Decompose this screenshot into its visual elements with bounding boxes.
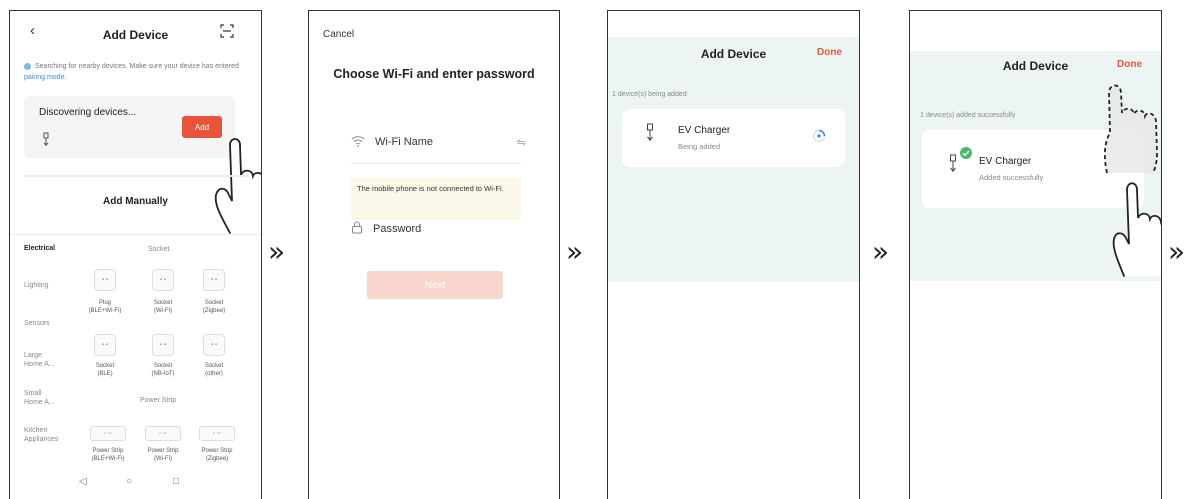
device-status: Being added	[678, 142, 721, 151]
android-nav-bar: ◁ ○ □	[10, 474, 261, 494]
socket-icon[interactable]: ▪ ▪	[152, 334, 174, 356]
power-strip-icon[interactable]: ▫ ▫▫	[145, 426, 181, 441]
category-lighting[interactable]: Lighting	[24, 281, 49, 290]
power-strip-icon[interactable]: ▫ ▫▫	[90, 426, 126, 441]
header: ‹ Add Device	[10, 11, 261, 49]
device-name: EV Charger	[678, 125, 731, 136]
socket-icon[interactable]: ▪ ▪	[152, 269, 174, 291]
device-label[interactable]: Socket (other)	[189, 363, 239, 379]
nav-back-icon[interactable]: ◁	[79, 476, 87, 487]
next-button[interactable]: Next	[367, 271, 503, 299]
socket-icon[interactable]: ▪ ▪	[203, 269, 225, 291]
category-kitchen[interactable]: Kitchen Appliances	[24, 426, 66, 444]
add-manually-title: Add Manually	[102, 196, 168, 207]
power-strip-icon[interactable]: ▫ ▫▫	[199, 426, 235, 441]
cancel-button[interactable]: Cancel	[323, 29, 354, 40]
socket-icon[interactable]: ▪ ▪	[94, 269, 116, 291]
device-label[interactable]: Power Strip (Wi-Fi)	[138, 448, 188, 464]
phone-screen-add-device: ‹ Add Device Searching for nearby device…	[9, 10, 262, 499]
divider	[24, 175, 249, 177]
pairing-mode-link[interactable]: pairing mode	[24, 74, 64, 81]
section-socket: Socket	[148, 246, 170, 253]
discovering-label: Discovering devices...	[39, 107, 137, 118]
device-label[interactable]: Plug (BLE+Wi-Fi)	[80, 300, 130, 316]
wifi-name-value: Wi-Fi Name	[375, 136, 434, 148]
category-large-home[interactable]: Large Home A...	[24, 351, 58, 369]
socket-icon[interactable]: ▪ ▪	[94, 334, 116, 356]
loading-spinner-icon	[812, 129, 826, 148]
phone-screen-wifi: Cancel Choose Wi-Fi and enter password W…	[308, 10, 560, 499]
lock-icon	[351, 221, 363, 237]
scan-suffix: .	[64, 74, 67, 82]
divider	[10, 234, 261, 235]
scan-notice: Searching for nearby devices. Make sure …	[24, 61, 249, 83]
wifi-icon	[351, 135, 365, 150]
socket-icon[interactable]: ▪ ▪	[203, 334, 225, 356]
scan-text: Searching for nearby devices. Make sure …	[35, 63, 239, 70]
device-label[interactable]: Socket (Zigbee)	[189, 300, 239, 316]
next-step-arrow-icon: »	[566, 235, 584, 268]
scan-icon[interactable]	[220, 24, 234, 43]
device-name: EV Charger	[979, 156, 1032, 167]
nav-home-icon[interactable]: ○	[126, 476, 132, 487]
status-text: 1 device(s) being added	[612, 91, 687, 98]
device-card: EV Charger Being added	[622, 109, 845, 167]
nav-recent-icon[interactable]: □	[173, 476, 179, 487]
wifi-heading: Choose Wi-Fi and enter password	[333, 67, 535, 81]
next-step-arrow-icon: »	[1168, 235, 1186, 268]
device-label[interactable]: Socket (NB-IoT)	[138, 363, 188, 379]
device-label[interactable]: Power Strip (BLE+Wi-Fi)	[83, 448, 133, 464]
ev-charger-icon	[644, 123, 656, 150]
tap-hand-icon	[214, 138, 261, 234]
password-field[interactable]: Password	[351, 216, 526, 242]
switch-network-icon[interactable]: ⇋	[517, 136, 526, 149]
done-button[interactable]: Done	[817, 47, 842, 58]
device-label[interactable]: Power Strip (Zigbee)	[192, 448, 242, 464]
password-placeholder: Password	[373, 223, 422, 235]
device-label[interactable]: Socket (BLE)	[80, 363, 130, 379]
category-small-home[interactable]: Small Home A...	[24, 389, 58, 407]
success-check-icon	[960, 146, 972, 164]
phone-screen-success: Add Device Done 1 device(s) added succes…	[909, 10, 1162, 499]
category-sensors[interactable]: Sensors	[24, 319, 50, 328]
section-power-strip: Power Strip	[140, 397, 177, 404]
phone-screen-adding: Add Device Done 1 device(s) being added …	[607, 10, 860, 499]
next-step-arrow-icon: »	[872, 235, 890, 268]
category-electrical[interactable]: Electrical	[24, 244, 55, 253]
wifi-warning: The mobile phone is not connected to Wi-…	[351, 178, 521, 220]
next-step-arrow-icon: »	[268, 235, 286, 268]
device-status: Added successfully	[979, 173, 1044, 182]
status-text: 1 device(s) added successfully	[920, 112, 1016, 119]
divider	[351, 163, 521, 164]
tap-hand-icon	[1112, 182, 1161, 277]
ev-charger-icon	[947, 154, 959, 181]
device-label[interactable]: Socket (Wi-Fi)	[138, 300, 188, 316]
scanning-dot-icon	[24, 62, 31, 70]
ev-charger-icon	[41, 132, 51, 153]
dashed-tap-hand-icon	[1103, 84, 1158, 174]
wifi-name-field[interactable]: Wi-Fi Name ⇋	[351, 129, 526, 155]
